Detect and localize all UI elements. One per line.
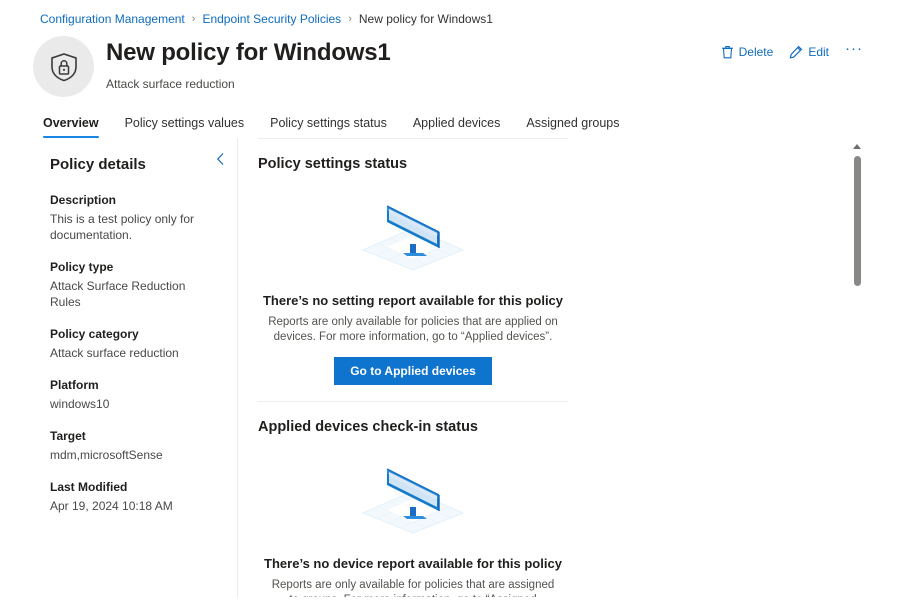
detail-value: windows10 (50, 397, 110, 411)
detail-value: Attack Surface Reduction Rules (50, 279, 186, 309)
command-bar: Delete Edit ··· (721, 41, 863, 59)
tab-applied-devices[interactable]: Applied devices (413, 116, 501, 138)
go-to-applied-devices-button[interactable]: Go to Applied devices (334, 357, 492, 385)
breadcrumb-item-current-policy: New policy for Windows1 (358, 11, 493, 26)
edit-button[interactable]: Edit (789, 45, 829, 59)
detail-field-target: Target mdm,microsoftSense (50, 429, 217, 463)
detail-field-last-modified: Last Modified Apr 19, 2024 10:18 AM (50, 480, 217, 514)
detail-field-policy-type: Policy type Attack Surface Reduction Rul… (50, 260, 217, 310)
detail-label: Platform (50, 378, 99, 392)
page-header: New policy for Windows1 Attack surface r… (0, 28, 899, 98)
detail-field-policy-category: Policy category Attack surface reduction (50, 327, 217, 361)
detail-value: Apr 19, 2024 10:18 AM (50, 499, 173, 513)
empty-state-description: Reports are only available for policies … (271, 579, 555, 597)
scrollbar-thumb[interactable] (854, 156, 861, 286)
policy-details-title: Policy details (50, 156, 146, 173)
detail-field-description: Description This is a test policy only f… (50, 193, 217, 243)
scroll-up-arrow-icon[interactable] (853, 144, 861, 149)
empty-state-heading: There’s no setting report available for … (262, 293, 564, 308)
detail-value: Attack surface reduction (50, 346, 179, 360)
chevron-left-icon[interactable] (216, 152, 225, 168)
empty-state-heading: There’s no device report available for t… (264, 556, 562, 571)
detail-label: Target (50, 429, 86, 443)
page-body: Policy details Description This is a tes… (0, 138, 899, 597)
shield-lock-icon (33, 36, 94, 97)
tab-bar: Overview Policy settings values Policy s… (0, 102, 899, 138)
detail-field-platform: Platform windows10 (50, 378, 217, 412)
more-actions-button[interactable]: ··· (845, 41, 863, 59)
detail-label: Last Modified (50, 480, 128, 494)
breadcrumb-separator-icon: › (348, 12, 352, 25)
empty-state-device-report: There’s no device report available for t… (258, 439, 568, 597)
monitor-empty-state-illustration (353, 455, 473, 538)
detail-value: mdm,microsoftSense (50, 448, 163, 462)
delete-button-label: Delete (738, 44, 774, 59)
monitor-empty-state-illustration (353, 192, 473, 275)
policy-details-panel: Policy details Description This is a tes… (0, 138, 238, 597)
delete-button[interactable]: Delete (721, 44, 774, 59)
trash-icon (721, 45, 734, 59)
breadcrumb-separator-icon: › (191, 12, 196, 25)
edit-button-label: Edit (808, 44, 829, 59)
tab-policy-settings-status[interactable]: Policy settings status (270, 116, 387, 138)
tab-assigned-groups[interactable]: Assigned groups (526, 116, 619, 138)
breadcrumb-item-endpoint-security-policies[interactable]: Endpoint Security Policies (202, 12, 341, 26)
pencil-icon (789, 45, 803, 59)
detail-value: This is a test policy only for documenta… (50, 212, 195, 242)
vertical-scrollbar[interactable] (851, 138, 863, 597)
header-text-block: New policy for Windows1 Attack surface r… (106, 34, 391, 91)
empty-state-description: Reports are only available for policies … (268, 316, 558, 343)
section-applied-devices-checkin-status: Applied devices check-in status There’s … (258, 401, 568, 597)
section-title: Applied devices check-in status (258, 419, 478, 435)
detail-label: Description (50, 193, 117, 207)
breadcrumb: Configuration Management › Endpoint Secu… (0, 0, 899, 28)
section-title: Policy settings status (258, 156, 408, 172)
detail-label: Policy category (50, 327, 139, 341)
detail-label: Policy type (50, 260, 114, 274)
empty-state-setting-report: There’s no setting report available for … (258, 176, 568, 401)
tab-overview[interactable]: Overview (43, 116, 99, 138)
section-policy-settings-status: Policy settings status There’s no settin… (258, 138, 568, 401)
tab-policy-settings-values[interactable]: Policy settings values (125, 116, 245, 138)
main-content: Policy settings status There’s no settin… (238, 138, 899, 597)
breadcrumb-item-configuration-management[interactable]: Configuration Management (40, 12, 185, 26)
page-title: New policy for Windows1 (106, 39, 391, 66)
page-subtitle: Attack surface reduction (106, 77, 235, 91)
